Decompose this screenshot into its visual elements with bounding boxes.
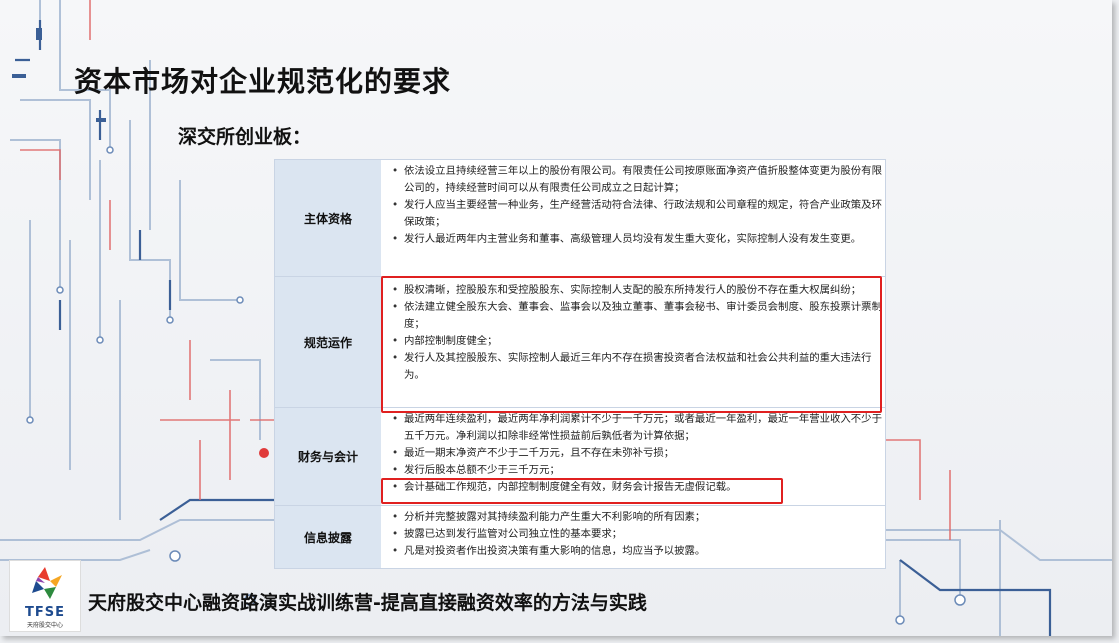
list-item: 发行后股本总额不少于三千万元； <box>390 462 882 479</box>
table-row: 信息披露 分析并完整披露对其持续盈利能力产生重大不利影响的所有因素； 披露已达到… <box>275 506 885 568</box>
tfse-logo: TFSE 天府股交中心 <box>9 560 81 632</box>
list-item: 分析并完整披露对其持续盈利能力产生重大不利影响的所有因素； <box>390 509 882 526</box>
table-row: 主体资格 依法设立且持续经营三年以上的股份有限公司。有限责任公司按原账面净资产值… <box>275 160 885 277</box>
list-item: 依法设立且持续经营三年以上的股份有限公司。有限责任公司按原账面净资产值折股整体变… <box>390 163 882 197</box>
section-subtitle: 深交所创业板： <box>178 126 312 148</box>
highlight-box-accounting <box>381 478 783 504</box>
logo-mark-icon <box>32 567 62 599</box>
list-item: 发行人应当主要经营一种业务，生产经营活动符合法律、行政法规和公司章程的规定，符合… <box>390 197 882 231</box>
logo-text: TFSE <box>25 605 65 620</box>
page-title: 资本市场对企业规范化的要求 <box>74 65 452 98</box>
list-item: 披露已达到发行监管对公司独立性的基本要求； <box>390 526 882 543</box>
footer-caption: 天府股交中心融资路演实战训练营-提高直接融资效率的方法与实践 <box>88 592 647 614</box>
logo-subtext: 天府股交中心 <box>26 622 63 629</box>
row-label: 主体资格 <box>275 160 381 276</box>
row-label: 规范运作 <box>275 277 381 407</box>
row-content: 依法设立且持续经营三年以上的股份有限公司。有限责任公司按原账面净资产值折股整体变… <box>382 160 882 276</box>
list-item: 凡是对投资者作出投资决策有重大影响的信息，均应当予以披露。 <box>390 543 882 560</box>
list-item: 发行人最近两年内主营业务和董事、高级管理人员均没有发生重大变化，实际控制人没有发… <box>390 231 882 248</box>
highlight-box-governance <box>381 276 882 413</box>
row-label: 财务与会计 <box>275 408 381 505</box>
row-label: 信息披露 <box>275 506 381 568</box>
list-item: 最近一期末净资产不少于二千万元，且不存在未弥补亏损； <box>390 445 882 462</box>
requirements-table: 主体资格 依法设立且持续经营三年以上的股份有限公司。有限责任公司按原账面净资产值… <box>274 159 886 569</box>
slide: 资本市场对企业规范化的要求 深交所创业板： 主体资格 依法设立且持续经营三年以上… <box>0 0 1112 636</box>
list-item: 最近两年连续盈利，最近两年净利润累计不少于一千万元；或者最近一年盈利，最近一年营… <box>390 411 882 445</box>
row-content: 分析并完整披露对其持续盈利能力产生重大不利影响的所有因素； 披露已达到发行监管对… <box>382 506 882 568</box>
